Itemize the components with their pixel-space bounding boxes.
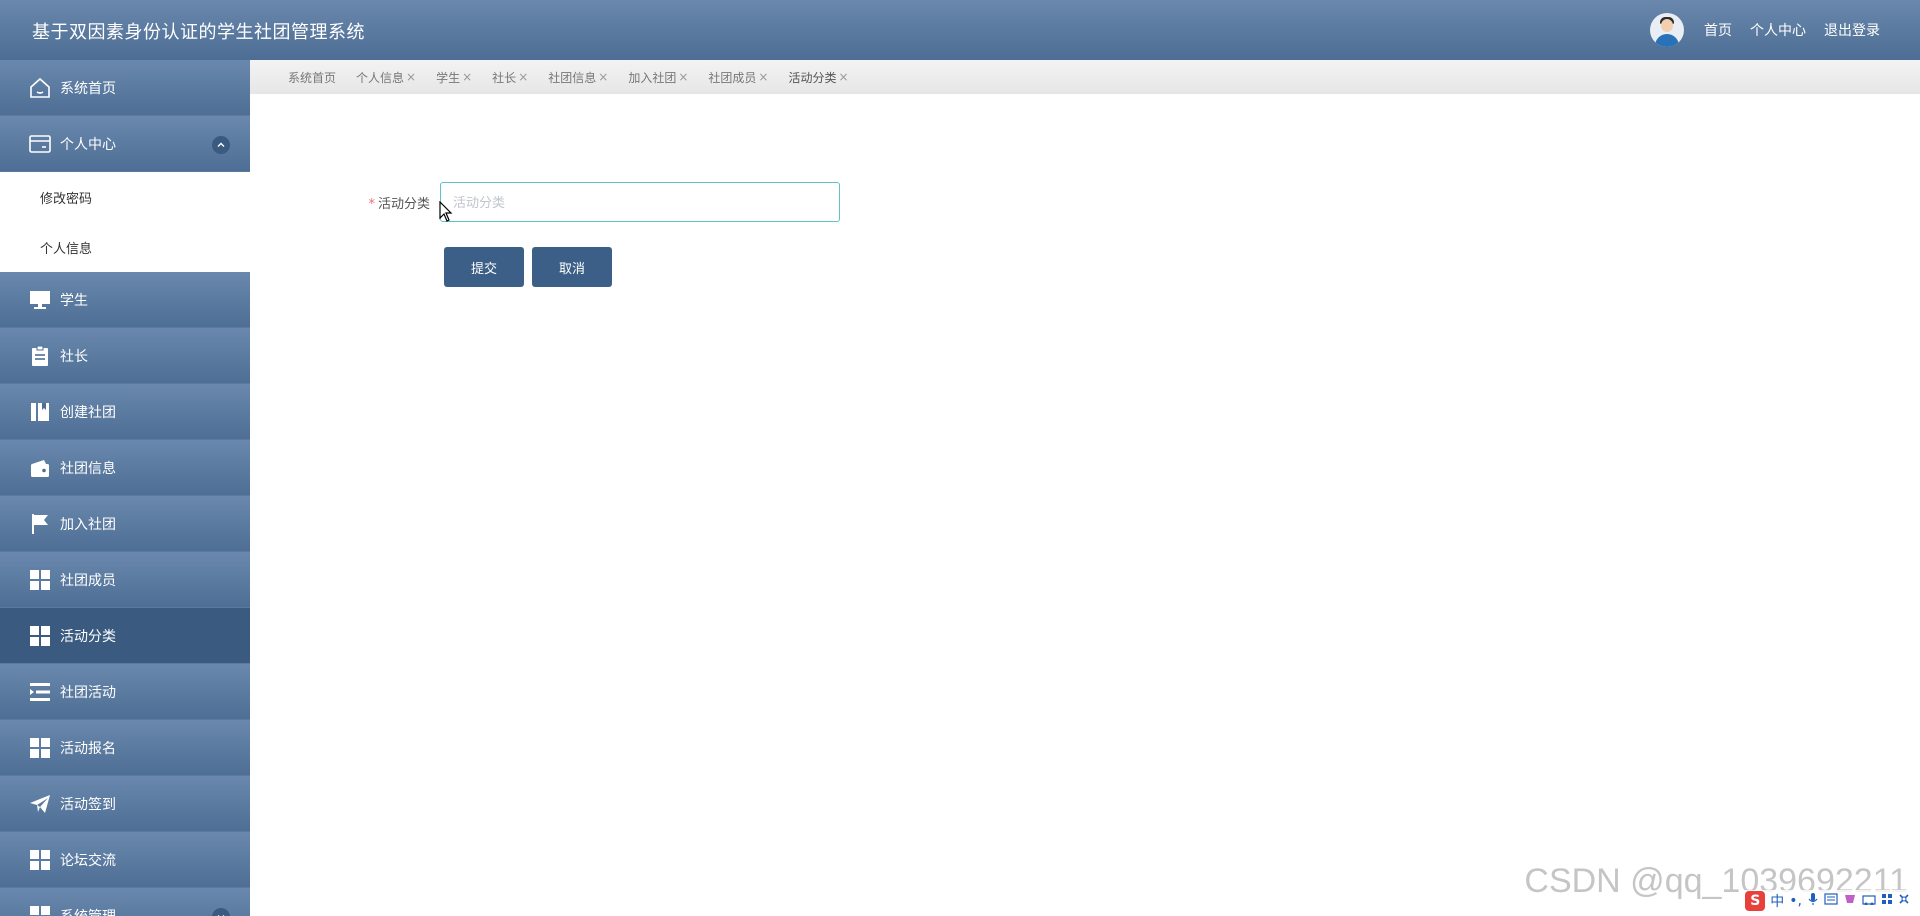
tab-label: 社团成员 [708, 70, 757, 85]
sidebar-item-label: 个人中心 [60, 136, 116, 153]
sidebar-item-activity-category[interactable]: 活动分类 [0, 608, 250, 664]
monitor-icon [28, 288, 52, 312]
user-avatar[interactable] [1650, 13, 1684, 47]
home-link[interactable]: 首页 [1704, 20, 1732, 40]
chevron-down-icon[interactable] [212, 908, 230, 916]
tab-label: 社长 [492, 70, 517, 85]
microphone-icon[interactable] [1807, 892, 1819, 910]
sidebar-item-label: 社团信息 [60, 460, 116, 477]
settings-icon[interactable] [1898, 893, 1910, 909]
mouse-cursor-icon [439, 201, 453, 222]
sidebar-subitem-personal-info[interactable]: 个人信息 [0, 222, 250, 272]
category-label: * 活动分类 [360, 193, 440, 212]
category-input[interactable] [440, 182, 840, 222]
tab-label: 活动分类 [788, 70, 837, 85]
close-icon[interactable]: × [678, 70, 688, 84]
tab-label: 个人信息 [356, 70, 405, 85]
sidebar-item-label: 论坛交流 [60, 852, 116, 869]
sidebar-item-label: 系统首页 [60, 80, 116, 97]
close-icon[interactable]: × [462, 70, 472, 84]
grid-icon [28, 568, 52, 592]
sidebar-item-label: 活动签到 [60, 796, 116, 813]
ime-toolbar: S 中 •, [1741, 890, 1914, 912]
close-icon[interactable]: × [839, 70, 849, 84]
sidebar-item-label: 活动分类 [60, 628, 116, 645]
sidebar-item-students[interactable]: 学生 [0, 272, 250, 328]
tabs-bar: 系统首页 个人信息 × 学生 × 社长 × 社团信息 × 加入社团 × 社团成员 × 活动分… [250, 60, 1920, 94]
toolbox-icon[interactable] [1862, 893, 1876, 909]
sidebar-item-home[interactable]: 系统首页 [0, 60, 250, 116]
close-icon[interactable]: × [406, 70, 416, 84]
chevron-up-icon[interactable] [212, 136, 230, 154]
tab-system-home[interactable]: 系统首页 [288, 69, 336, 86]
sidebar-item-activity-checkin[interactable]: 活动签到 [0, 776, 250, 832]
sidebar-item-label: 创建社团 [60, 404, 116, 421]
grid-icon [28, 848, 52, 872]
sidebar-item-activity-registration[interactable]: 活动报名 [0, 720, 250, 776]
category-label-text: 活动分类 [377, 196, 430, 212]
sidebar-item-label: 社团成员 [60, 572, 116, 589]
sidebar-item-club-info[interactable]: 社团信息 [0, 440, 250, 496]
sidebar-item-create-club[interactable]: 创建社团 [0, 384, 250, 440]
grid-icon [28, 624, 52, 648]
ime-mode[interactable]: 中 [1770, 891, 1784, 911]
book-icon [28, 400, 52, 424]
sidebar-item-club-members[interactable]: 社团成员 [0, 552, 250, 608]
wallet-icon [28, 456, 52, 480]
card-icon [28, 132, 52, 156]
tab-students[interactable]: 学生 × [436, 69, 472, 86]
sidebar-item-label: 社长 [60, 348, 88, 365]
sidebar: 系统首页 个人中心 修改密码 个人信息 学生 社长 创建社团 社团信息 加入社团… [0, 60, 250, 916]
close-icon[interactable]: × [758, 70, 768, 84]
personal-center-link[interactable]: 个人中心 [1750, 20, 1806, 40]
clipboard-icon [28, 344, 52, 368]
sidebar-item-forum[interactable]: 论坛交流 [0, 832, 250, 888]
sidebar-item-personal-center[interactable]: 个人中心 [0, 116, 250, 172]
required-mark: * [368, 196, 375, 212]
tab-personal-info[interactable]: 个人信息 × [356, 69, 416, 86]
sidebar-item-label: 社团活动 [60, 684, 116, 701]
sidebar-item-club-leader[interactable]: 社长 [0, 328, 250, 384]
submit-button[interactable]: 提交 [444, 247, 524, 287]
close-icon[interactable]: × [598, 70, 608, 84]
grid-icon [28, 736, 52, 760]
sidebar-item-system-management[interactable]: 系统管理 [0, 888, 250, 916]
keyboard-icon[interactable] [1824, 893, 1838, 909]
grid-icon [28, 904, 52, 916]
tab-label: 学生 [436, 70, 461, 85]
skin-icon[interactable] [1843, 893, 1857, 909]
tab-label: 社团信息 [548, 70, 597, 85]
logout-link[interactable]: 退出登录 [1824, 20, 1880, 40]
send-icon [28, 792, 52, 816]
tab-club-leader[interactable]: 社长 × [492, 69, 528, 86]
app-title: 基于双因素身份认证的学生社团管理系统 [32, 22, 365, 43]
tab-activity-category[interactable]: 活动分类 × [788, 69, 848, 86]
sidebar-item-join-club[interactable]: 加入社团 [0, 496, 250, 552]
category-form-row: * 活动分类 [360, 182, 840, 222]
tab-label: 加入社团 [628, 70, 677, 85]
sidebar-item-label: 加入社团 [60, 516, 116, 533]
sogou-logo-icon[interactable]: S [1745, 891, 1766, 911]
close-icon[interactable]: × [518, 70, 528, 84]
sidebar-subitem-change-password[interactable]: 修改密码 [0, 172, 250, 222]
list-icon [28, 680, 52, 704]
cancel-button[interactable]: 取消 [532, 247, 612, 287]
apps-icon[interactable] [1881, 893, 1893, 909]
tab-club-info[interactable]: 社团信息 × [548, 69, 608, 86]
tab-label: 系统首页 [288, 70, 337, 85]
sidebar-item-label: 系统管理 [60, 906, 116, 916]
header-actions: 首页 个人中心 退出登录 [1650, 12, 1880, 48]
top-header: 基于双因素身份认证的学生社团管理系统 首页 个人中心 退出登录 [0, 0, 1920, 60]
punctuation-icon[interactable]: •, [1789, 893, 1802, 909]
tab-club-members[interactable]: 社团成员 × [708, 69, 768, 86]
sidebar-item-club-activities[interactable]: 社团活动 [0, 664, 250, 720]
sidebar-item-label: 活动报名 [60, 740, 116, 757]
tab-join-club[interactable]: 加入社团 × [628, 69, 688, 86]
flag-icon [28, 512, 52, 536]
home-icon [28, 76, 52, 100]
sidebar-item-label: 学生 [60, 292, 88, 309]
